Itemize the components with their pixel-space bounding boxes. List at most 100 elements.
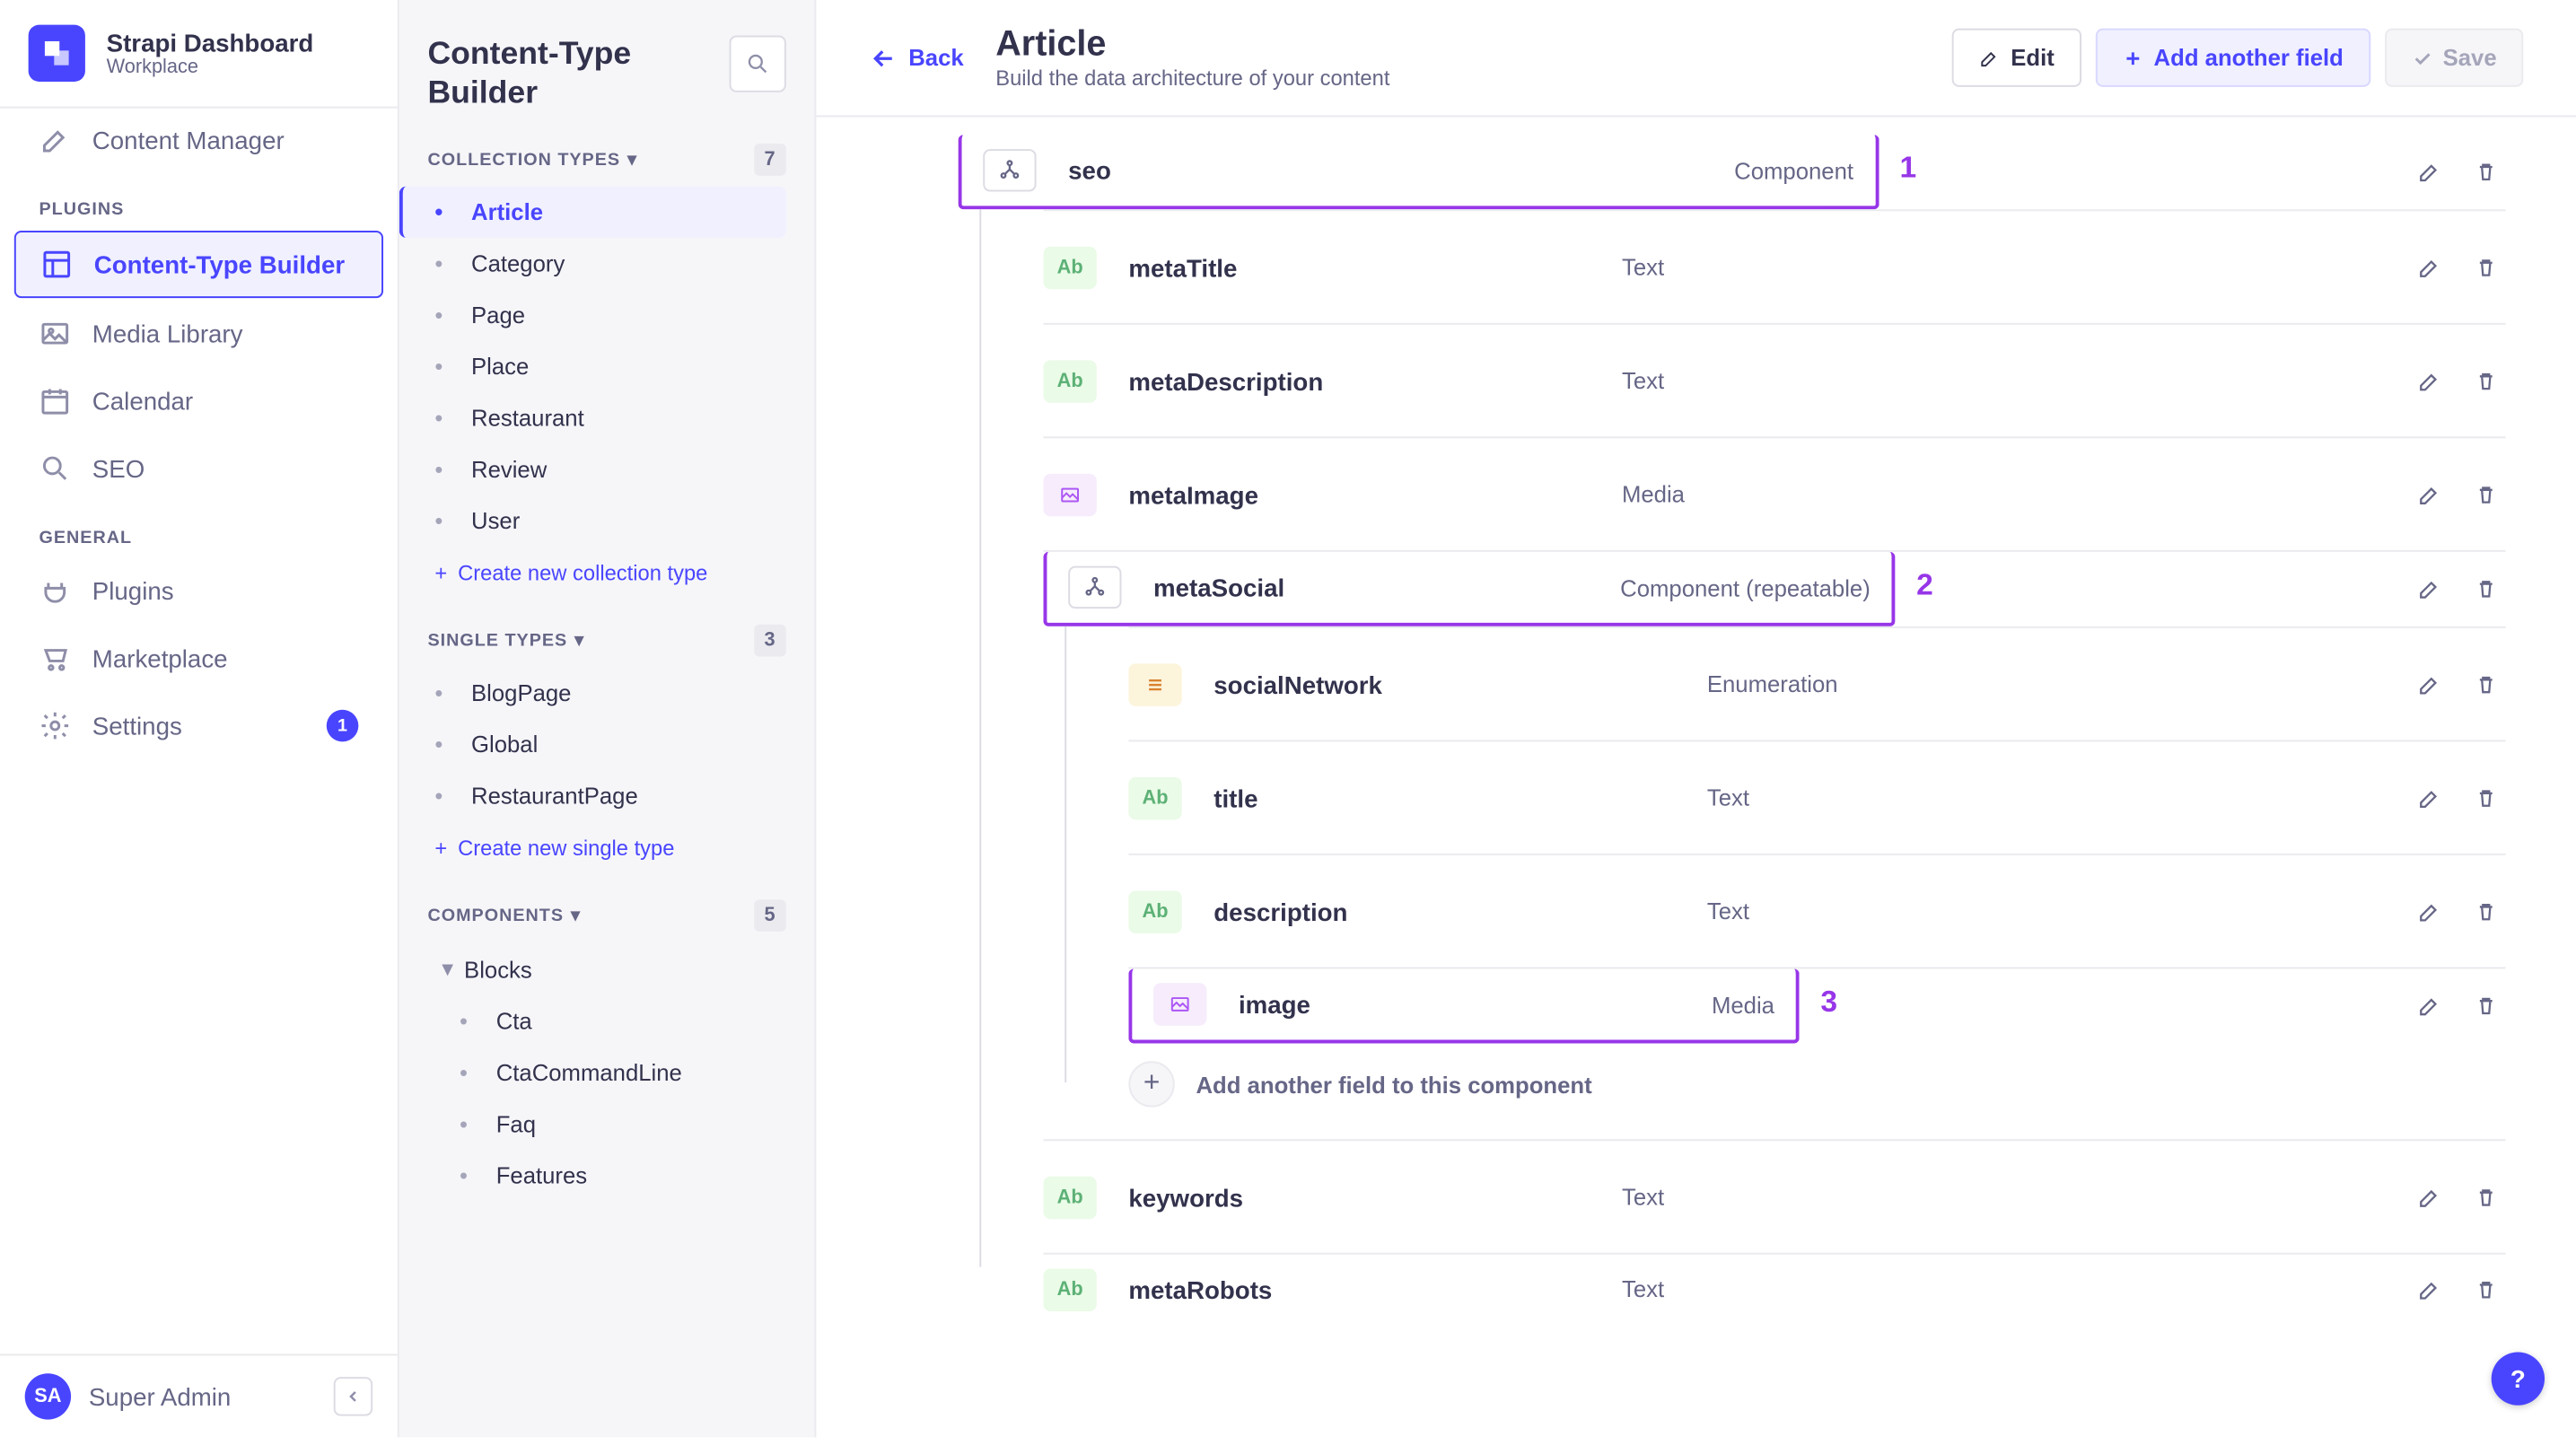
pencil-icon	[1979, 47, 2001, 68]
nav-content-manager[interactable]: Content Manager	[14, 109, 383, 172]
collection-item-page[interactable]: Page	[399, 290, 786, 341]
delete-field-button[interactable]	[2466, 1178, 2505, 1216]
chevron-down-icon: ▾	[627, 150, 637, 170]
field-row-metasocial[interactable]: metaSocial Component (repeatable)	[1043, 552, 1895, 626]
save-button[interactable]: Save	[2384, 29, 2523, 87]
collection-item-place[interactable]: Place	[399, 341, 786, 392]
check-icon	[2411, 47, 2432, 68]
edit-field-button[interactable]	[2410, 361, 2449, 399]
edit-field-button[interactable]	[2410, 1270, 2449, 1309]
component-group-blocks[interactable]: ▾ Blocks	[427, 942, 785, 995]
delete-field-button[interactable]	[2466, 891, 2505, 930]
component-item-cta[interactable]: Cta	[425, 995, 786, 1047]
user-name: Super Admin	[89, 1382, 231, 1411]
strapi-logo-icon	[29, 25, 85, 82]
nav-media-library[interactable]: Media Library	[14, 302, 383, 365]
delete-field-button[interactable]	[2466, 1270, 2505, 1309]
brand-subtitle: Workplace	[107, 57, 314, 78]
help-button[interactable]: ?	[2492, 1352, 2545, 1405]
plug-icon	[39, 575, 71, 608]
enum-type-icon	[1128, 662, 1181, 705]
nav-seo[interactable]: SEO	[14, 436, 383, 500]
nav-plugins[interactable]: Plugins	[14, 559, 383, 623]
add-component-field-button[interactable]: +	[1128, 1061, 1174, 1107]
component-icon	[983, 149, 1036, 191]
edit-field-button[interactable]	[2410, 153, 2449, 191]
edit-field-button[interactable]	[2410, 570, 2449, 609]
chevron-down-icon: ▾	[574, 631, 584, 651]
primary-nav: Strapi Dashboard Workplace Content Manag…	[0, 0, 399, 1437]
group-single-types[interactable]: SINGLE TYPES ▾ 3	[427, 625, 785, 657]
magnify-icon	[39, 452, 71, 485]
trash-icon	[2474, 160, 2499, 185]
collection-item-article[interactable]: Article	[399, 187, 786, 238]
edit-field-button[interactable]	[2410, 891, 2449, 930]
delete-field-button[interactable]	[2466, 986, 2505, 1025]
page-header: Back Article Build the data architecture…	[816, 0, 2576, 117]
field-row-title[interactable]: Ab title Text	[1128, 740, 2505, 854]
edit-field-button[interactable]	[2410, 986, 2449, 1025]
create-collection-type-link[interactable]: +Create new collection type	[427, 547, 785, 610]
user-avatar[interactable]: SA	[25, 1373, 71, 1419]
brand-block: Strapi Dashboard Workplace	[0, 0, 398, 109]
nav-plugins-label: PLUGINS	[0, 176, 398, 231]
edit-button[interactable]: Edit	[1952, 29, 2081, 87]
annotation-3: 3	[1820, 985, 1837, 1020]
add-component-field-label: Add another field to this component	[1196, 1071, 1591, 1098]
back-link[interactable]: Back	[870, 43, 964, 72]
single-item-global[interactable]: Global	[399, 719, 786, 770]
calendar-icon	[39, 385, 71, 417]
edit-field-button[interactable]	[2410, 778, 2449, 817]
nav-marketplace[interactable]: Marketplace	[14, 626, 383, 690]
group-components[interactable]: COMPONENTS ▾ 5	[427, 900, 785, 933]
single-item-restaurantpage[interactable]: RestaurantPage	[399, 770, 786, 821]
component-item-features[interactable]: Features	[425, 1150, 786, 1201]
delete-field-button[interactable]	[2466, 570, 2505, 609]
nav-settings[interactable]: Settings 1	[14, 694, 383, 758]
collection-item-category[interactable]: Category	[399, 238, 786, 289]
field-row-metatitle[interactable]: Ab metaTitle Text	[1043, 209, 2505, 323]
delete-field-button[interactable]	[2466, 361, 2505, 399]
fields-list: seo Component 1 Ab metaTitle Text Ab	[816, 117, 2576, 1437]
text-type-icon: Ab	[1043, 1176, 1096, 1218]
main-content: Back Article Build the data architecture…	[816, 0, 2576, 1437]
single-item-blogpage[interactable]: BlogPage	[399, 668, 786, 719]
search-button[interactable]	[730, 36, 786, 92]
edit-field-button[interactable]	[2410, 1178, 2449, 1216]
create-single-type-link[interactable]: +Create new single type	[427, 822, 785, 886]
field-row-metadescription[interactable]: Ab metaDescription Text	[1043, 323, 2505, 437]
nav-content-type-builder[interactable]: Content-Type Builder	[14, 231, 383, 298]
component-item-ctacommandline[interactable]: CtaCommandLine	[425, 1047, 786, 1099]
field-row-socialnetwork[interactable]: socialNetwork Enumeration	[1128, 626, 2505, 740]
nav-general-label: GENERAL	[0, 504, 398, 558]
delete-field-button[interactable]	[2466, 248, 2505, 286]
group-collection-types[interactable]: COLLECTION TYPES ▾ 7	[427, 145, 785, 177]
pencil-icon	[2417, 160, 2442, 185]
field-row-metarobots[interactable]: Ab metaRobots Text	[1043, 1253, 2505, 1324]
add-field-button[interactable]: Add another field	[2095, 29, 2370, 87]
field-row-description[interactable]: Ab description Text	[1128, 854, 2505, 968]
delete-field-button[interactable]	[2466, 153, 2505, 191]
edit-field-button[interactable]	[2410, 475, 2449, 513]
delete-field-button[interactable]	[2466, 664, 2505, 703]
nav-calendar[interactable]: Calendar	[14, 369, 383, 433]
delete-field-button[interactable]	[2466, 475, 2505, 513]
field-row-metaimage[interactable]: metaImage Media	[1043, 436, 2505, 550]
edit-field-button[interactable]	[2410, 248, 2449, 286]
collection-item-review[interactable]: Review	[399, 444, 786, 495]
single-count-badge: 3	[754, 625, 786, 657]
field-row-image[interactable]: image Media	[1128, 968, 1799, 1043]
component-item-faq[interactable]: Faq	[425, 1099, 786, 1150]
field-type: Component	[1734, 157, 1853, 184]
collapse-nav-button[interactable]	[334, 1377, 372, 1415]
nav-footer: SA Super Admin	[0, 1353, 398, 1437]
field-row-keywords[interactable]: Ab keywords Text	[1043, 1139, 2505, 1253]
collection-item-restaurant[interactable]: Restaurant	[399, 392, 786, 443]
text-type-icon: Ab	[1043, 1268, 1096, 1310]
collection-item-user[interactable]: User	[399, 495, 786, 547]
edit-field-button[interactable]	[2410, 664, 2449, 703]
field-row-seo[interactable]: seo Component	[959, 135, 1879, 209]
plus-icon: +	[434, 836, 447, 862]
delete-field-button[interactable]	[2466, 778, 2505, 817]
media-type-icon	[1043, 473, 1096, 515]
